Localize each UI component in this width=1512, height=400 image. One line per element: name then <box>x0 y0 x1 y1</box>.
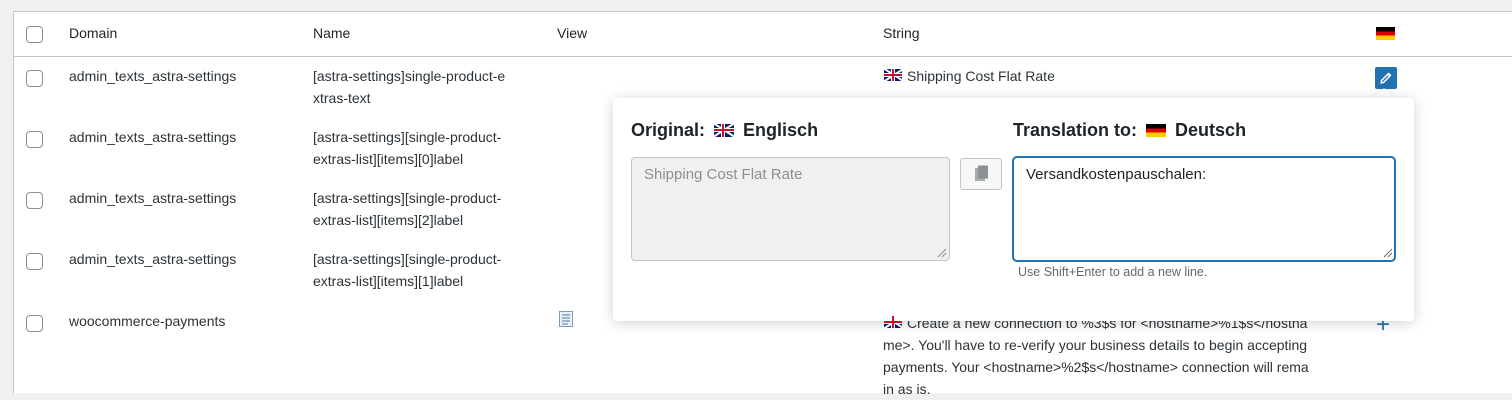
original-heading: Original: Englisch <box>631 120 818 141</box>
row-string-line: me>. You'll have to re-verify your busin… <box>883 337 1308 353</box>
newline-hint: Use Shift+Enter to add a new line. <box>1018 265 1208 279</box>
translation-editor-popup: Original: Englisch Translation to: Deuts… <box>613 98 1414 321</box>
row-domain: admin_texts_astra-settings <box>69 129 237 145</box>
original-label: Original: <box>631 120 706 140</box>
row-domain: admin_texts_astra-settings <box>69 68 237 84</box>
flag-uk-icon <box>884 316 902 328</box>
flag-uk-icon <box>714 124 735 137</box>
row-domain: admin_texts_astra-settings <box>69 251 237 267</box>
row-string: Shipping Cost Flat Rate <box>907 68 1055 84</box>
translation-heading: Translation to: Deutsch <box>1013 120 1246 141</box>
select-all-checkbox[interactable] <box>26 26 43 43</box>
row-checkbox[interactable] <box>26 131 43 148</box>
pencil-icon <box>1380 72 1392 84</box>
original-text-box: Shipping Cost Flat Rate <box>631 157 950 261</box>
flag-de-icon <box>1146 124 1167 137</box>
row-name-line: extras-list][items][1]label <box>313 273 464 289</box>
translation-language: Deutsch <box>1175 120 1247 140</box>
row-name-line: [astra-settings][single-product- <box>313 190 502 206</box>
row-name-line: [astra-settings]single-product-e <box>313 68 506 84</box>
column-header-string[interactable]: String <box>883 25 920 41</box>
flag-de-icon <box>1376 27 1395 40</box>
row-name-line: [astra-settings][single-product- <box>313 129 502 145</box>
row-name-line: [astra-settings][single-product- <box>313 251 502 267</box>
view-document-icon[interactable] <box>559 311 573 327</box>
column-header-domain[interactable]: Domain <box>69 25 117 41</box>
original-language: Englisch <box>743 120 819 140</box>
copy-icon <box>975 165 988 181</box>
row-name-line: extras-list][items][0]label <box>313 151 464 167</box>
row-checkbox[interactable] <box>26 192 43 209</box>
row-checkbox[interactable] <box>26 70 43 87</box>
resize-grip-icon[interactable] <box>1383 248 1393 258</box>
column-header-name[interactable]: Name <box>313 25 350 41</box>
table-header: Domain Name View String <box>14 12 1512 57</box>
row-domain: admin_texts_astra-settings <box>69 190 237 206</box>
column-header-view: View <box>557 25 588 41</box>
row-checkbox[interactable] <box>26 315 43 332</box>
row-domain: woocommerce-payments <box>69 313 226 329</box>
row-checkbox[interactable] <box>26 253 43 270</box>
resize-grip-icon[interactable] <box>937 248 947 258</box>
row-name-line: extras-list][items][2]label <box>313 212 464 228</box>
translation-textarea[interactable]: Versandkostenpauschalen: <box>1013 157 1395 261</box>
edit-translation-button[interactable] <box>1375 67 1397 89</box>
row-string-line: payments. Your <hostname>%2$s</hostname>… <box>883 359 1309 375</box>
copy-original-button[interactable] <box>960 158 1002 190</box>
row-name-line: xtras-text <box>313 90 371 106</box>
row-string-line: in as is. <box>883 381 931 397</box>
translation-label: Translation to: <box>1013 120 1138 140</box>
flag-uk-icon <box>884 69 902 81</box>
